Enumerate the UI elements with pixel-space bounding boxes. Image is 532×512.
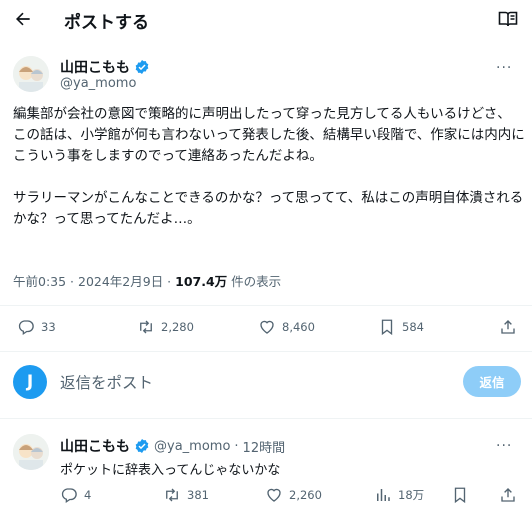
analytics-icon bbox=[377, 489, 390, 501]
separator-dot: · bbox=[234, 438, 239, 454]
reply-submit-button[interactable]: 返信 bbox=[463, 366, 521, 397]
reply-views-button[interactable]: 18万 bbox=[374, 486, 424, 504]
post-timestamp[interactable]: 午前0:35 · 2024年2月9日 · bbox=[13, 274, 175, 289]
book-open-icon bbox=[498, 11, 518, 27]
reply-repost-button[interactable]: 381 bbox=[163, 486, 209, 504]
top-bar: ポストする bbox=[0, 0, 532, 40]
repost-icon bbox=[140, 320, 152, 334]
back-button[interactable] bbox=[10, 6, 36, 32]
avatar-letter: J bbox=[26, 372, 34, 392]
reply-reply-count: 4 bbox=[84, 488, 92, 502]
reply-author-avatar[interactable] bbox=[13, 434, 49, 470]
post-text: 編集部が会社の意図で策略的に声明出したって穿った見方してる人もいるけどさ、 この… bbox=[13, 106, 525, 227]
like-count: 8,460 bbox=[282, 320, 315, 334]
page-title: ポストする bbox=[64, 13, 149, 33]
reply-time[interactable]: 12時間 bbox=[243, 437, 286, 456]
verified-badge-icon bbox=[135, 60, 149, 74]
reply-more-options-button[interactable]: ··· bbox=[496, 438, 512, 454]
reply-like-count: 2,260 bbox=[289, 488, 322, 502]
views-suffix: 件の表示 bbox=[227, 274, 282, 289]
divider bbox=[0, 351, 532, 352]
repost-icon bbox=[166, 488, 178, 502]
repost-button[interactable]: 2,280 bbox=[137, 318, 194, 336]
divider bbox=[0, 305, 532, 306]
share-button[interactable] bbox=[499, 318, 517, 336]
heart-icon bbox=[267, 488, 281, 502]
like-button[interactable]: 8,460 bbox=[258, 318, 315, 336]
reply-share-button[interactable] bbox=[499, 486, 517, 504]
share-icon bbox=[501, 488, 515, 502]
reply-button[interactable]: 33 bbox=[17, 318, 56, 336]
author-avatar[interactable] bbox=[13, 56, 49, 92]
reply-author-handle[interactable]: @ya_momo bbox=[154, 439, 230, 454]
reply-text: ポケットに辞表入ってんじゃないかな bbox=[60, 463, 281, 478]
reply-count: 33 bbox=[41, 320, 56, 334]
bookmark-button[interactable]: 584 bbox=[378, 318, 424, 336]
verified-badge-icon bbox=[135, 439, 149, 453]
views-count: 107.4万 bbox=[175, 274, 228, 289]
avatar-illustration-icon bbox=[13, 56, 49, 92]
avatar-illustration-icon bbox=[13, 434, 49, 470]
reply-reply-button[interactable]: 4 bbox=[60, 486, 91, 504]
reply-icon bbox=[61, 488, 77, 504]
arrow-left-icon bbox=[16, 12, 30, 26]
author-name-row: 山田こもも bbox=[60, 57, 150, 77]
author-handle[interactable]: @ya_momo bbox=[60, 76, 136, 91]
reply-author-row: 山田こもも @ya_momo · 12時間 bbox=[60, 436, 285, 456]
heart-icon bbox=[260, 320, 274, 334]
post-meta: 午前0:35 · 2024年2月9日 · 107.4万 件の表示 bbox=[13, 271, 281, 290]
current-user-avatar[interactable]: J bbox=[13, 365, 47, 399]
bookmark-count: 584 bbox=[402, 320, 424, 334]
reply-author-name[interactable]: 山田こもも bbox=[60, 436, 130, 456]
reply-like-button[interactable]: 2,260 bbox=[265, 486, 322, 504]
bookmark-icon bbox=[454, 487, 466, 504]
reader-mode-button[interactable] bbox=[498, 10, 518, 28]
repost-count: 2,280 bbox=[161, 320, 194, 334]
reply-repost-count: 381 bbox=[187, 488, 209, 502]
more-options-button[interactable]: ··· bbox=[496, 60, 512, 76]
reply-views-count: 18万 bbox=[398, 488, 425, 502]
author-display-name[interactable]: 山田こもも bbox=[60, 57, 130, 77]
reply-input[interactable]: 返信をポスト bbox=[60, 371, 153, 393]
divider bbox=[0, 418, 532, 419]
reply-icon bbox=[18, 320, 34, 336]
share-icon bbox=[501, 320, 515, 334]
reply-bookmark-button[interactable] bbox=[451, 486, 469, 504]
bookmark-icon bbox=[381, 319, 393, 336]
